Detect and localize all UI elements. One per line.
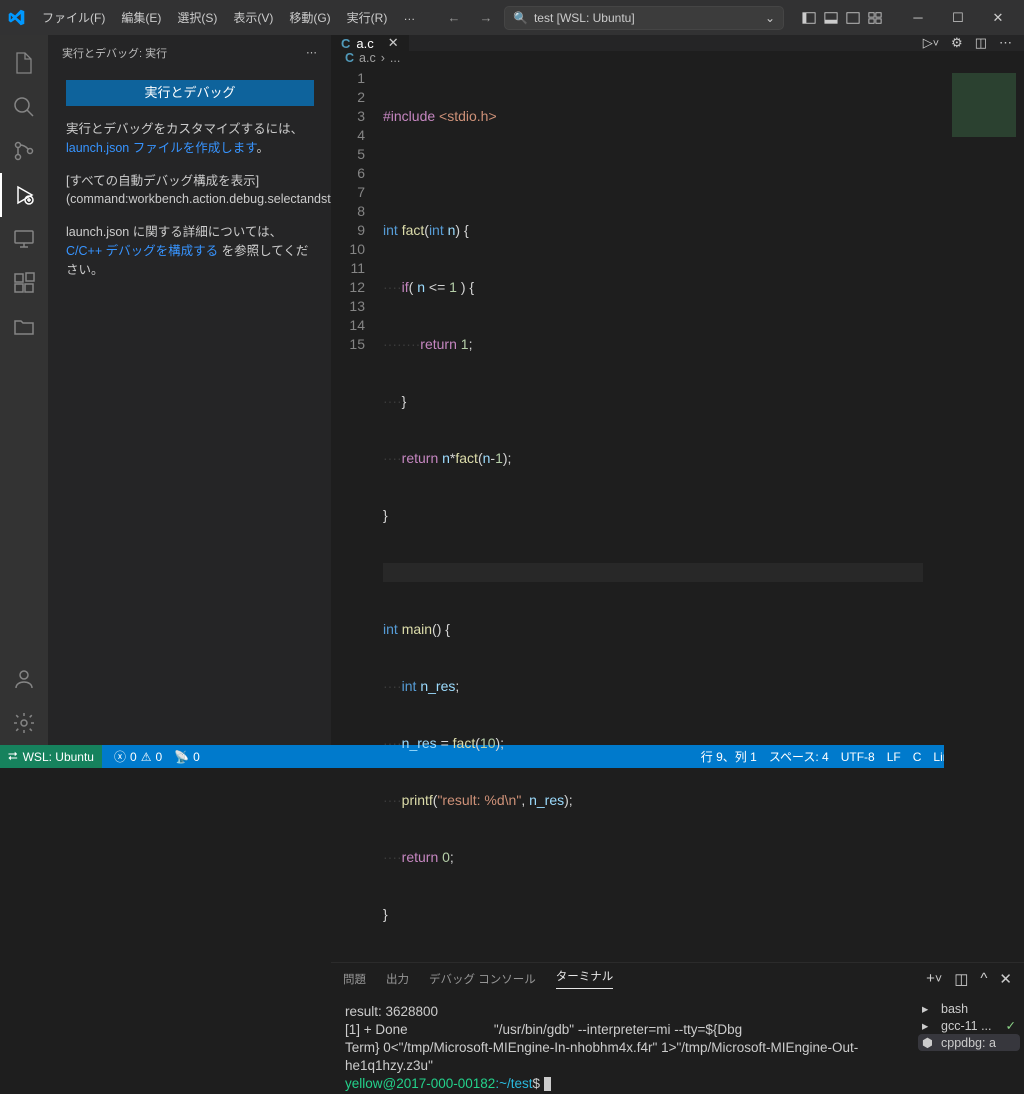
menu-more[interactable]: … — [396, 5, 422, 30]
layout-right-icon[interactable] — [844, 9, 862, 27]
editor-actions: ▷˅ ⚙ ◫ ⋯ — [923, 35, 1024, 51]
tab-debug-console[interactable]: デバッグ コンソール — [429, 971, 536, 987]
close-panel-icon[interactable]: ✕ — [999, 970, 1012, 988]
tab-terminal[interactable]: ターミナル — [556, 968, 614, 989]
activity-remote-explorer-icon[interactable] — [0, 217, 48, 261]
window-close[interactable]: ✕ — [980, 0, 1016, 35]
split-terminal-icon[interactable]: ◫ — [954, 970, 968, 988]
activity-explorer-icon[interactable] — [0, 41, 48, 85]
tab-a-c[interactable]: C a.c ✕ — [331, 35, 409, 51]
check-icon: ✓ — [1006, 1018, 1016, 1033]
debug-settings-icon[interactable]: ⚙ — [951, 35, 963, 51]
layout-controls — [800, 9, 884, 27]
warning-icon: ⚠ — [141, 750, 152, 764]
activity-settings-icon[interactable] — [0, 701, 48, 745]
sidebar-more-icon[interactable]: ⋯ — [306, 46, 317, 59]
terminal-item-bash[interactable]: ▸bash — [918, 1000, 1020, 1017]
configure-cpp-debug-link[interactable]: C/C++ デバッグを構成する — [66, 244, 218, 258]
sidebar-header: 実行とデバッグ: 実行 ⋯ — [48, 35, 331, 70]
editor-group: C a.c ✕ ▷˅ ⚙ ◫ ⋯ C a.c › ... 12345678910… — [331, 35, 1024, 745]
radio-icon: 📡 — [174, 750, 189, 764]
menu-edit[interactable]: 編集(E) — [114, 5, 168, 30]
tab-label: a.c — [356, 36, 373, 51]
cursor — [544, 1077, 551, 1091]
activity-folder-icon[interactable] — [0, 305, 48, 349]
minimap[interactable] — [944, 65, 1024, 962]
activity-search-icon[interactable] — [0, 85, 48, 129]
new-terminal-icon[interactable]: +˅ — [926, 970, 942, 988]
vscode-logo-icon — [8, 9, 25, 26]
activity-scm-icon[interactable] — [0, 129, 48, 173]
bottom-panel: 問題 出力 デバッグ コンソール ターミナル +˅ ◫ ^ ✕ result: … — [331, 962, 1024, 1094]
debug-icon: ⬢ — [922, 1035, 936, 1050]
close-tab-icon[interactable]: ✕ — [388, 35, 399, 51]
panel-tabs: 問題 出力 デバッグ コンソール ターミナル +˅ ◫ ^ ✕ — [331, 963, 1024, 994]
sidebar-para-2: [すべての自動デバッグ構成を表示](command:workbench.acti… — [66, 172, 313, 210]
run-debug-sidebar: 実行とデバッグ: 実行 ⋯ 実行とデバッグ 実行とデバッグをカスタマイズするには… — [48, 35, 331, 745]
code-editor[interactable]: 123456789101112131415 #include <stdio.h>… — [331, 65, 1024, 962]
remote-icon: ⮂ — [8, 749, 18, 764]
menu-run[interactable]: 実行(R) — [340, 5, 395, 30]
chevron-down-icon: ⌄ — [765, 11, 775, 25]
run-and-debug-button[interactable]: 実行とデバッグ — [66, 80, 314, 106]
terminal-icon: ▸ — [922, 1001, 936, 1016]
tab-problems[interactable]: 問題 — [343, 971, 366, 987]
layout-left-icon[interactable] — [800, 9, 818, 27]
menu-file[interactable]: ファイル(F) — [35, 5, 112, 30]
line-numbers: 123456789101112131415 — [331, 65, 383, 962]
create-launch-json-link[interactable]: launch.json ファイルを作成します — [66, 141, 256, 155]
terminal-item-gcc[interactable]: ▸gcc-11 ...✓ — [918, 1017, 1020, 1034]
command-center[interactable]: 🔍 test [WSL: Ubuntu] ⌄ — [504, 6, 784, 30]
search-text: test [WSL: Ubuntu] — [534, 11, 635, 25]
terminal-list: ▸bash ▸gcc-11 ...✓ ⬢cppdbg: a — [914, 994, 1024, 1094]
menu-view[interactable]: 表示(V) — [226, 5, 280, 30]
tab-output[interactable]: 出力 — [386, 971, 409, 987]
window-minimize[interactable]: ─ — [900, 0, 936, 35]
nav-back-icon[interactable]: ← — [440, 10, 468, 25]
c-file-icon: C — [345, 51, 354, 65]
sidebar-title: 実行とデバッグ: 実行 — [62, 45, 167, 61]
maximize-panel-icon[interactable]: ^ — [980, 970, 987, 988]
breadcrumb[interactable]: C a.c › ... — [331, 51, 1024, 65]
menu-bar: ファイル(F) 編集(E) 選択(S) 表示(V) 移動(G) 実行(R) … — [35, 5, 422, 30]
menu-select[interactable]: 選択(S) — [170, 5, 224, 30]
status-errors[interactable]: ⓧ0⚠0 — [114, 748, 162, 765]
c-file-icon: C — [341, 36, 350, 51]
activity-account-icon[interactable] — [0, 657, 48, 701]
terminal-icon: ▸ — [922, 1018, 936, 1033]
tab-bar: C a.c ✕ ▷˅ ⚙ ◫ ⋯ — [331, 35, 1024, 51]
status-ports[interactable]: 📡0 — [174, 750, 200, 764]
run-dropdown-icon[interactable]: ▷˅ — [923, 35, 939, 51]
terminal-item-cppdbg[interactable]: ⬢cppdbg: a — [918, 1034, 1020, 1051]
nav-fwd-icon[interactable]: → — [472, 10, 500, 25]
status-remote[interactable]: ⮂WSL: Ubuntu — [0, 745, 102, 768]
activity-run-debug-icon[interactable] — [0, 173, 48, 217]
sidebar-para-1: 実行とデバッグをカスタマイズするには、launch.json ファイルを作成しま… — [66, 120, 313, 158]
terminal-content[interactable]: result: 3628800 [1] + Done "/usr/bin/gdb… — [331, 994, 914, 1094]
error-icon: ⓧ — [114, 748, 126, 765]
menu-go[interactable]: 移動(G) — [282, 5, 337, 30]
activity-bar — [0, 35, 48, 745]
editor-more-icon[interactable]: ⋯ — [999, 35, 1012, 51]
title-bar: ファイル(F) 編集(E) 選択(S) 表示(V) 移動(G) 実行(R) … … — [0, 0, 1024, 35]
split-editor-icon[interactable]: ◫ — [975, 35, 987, 51]
layout-bottom-icon[interactable] — [822, 9, 840, 27]
activity-extensions-icon[interactable] — [0, 261, 48, 305]
window-maximize[interactable]: ☐ — [940, 0, 976, 35]
sidebar-para-3: launch.json に関する詳細については、C/C++ デバッグを構成する … — [66, 223, 313, 279]
layout-custom-icon[interactable] — [866, 9, 884, 27]
search-icon: 🔍 — [513, 11, 528, 25]
code-content[interactable]: #include <stdio.h> int fact(int n) { ···… — [383, 65, 923, 962]
